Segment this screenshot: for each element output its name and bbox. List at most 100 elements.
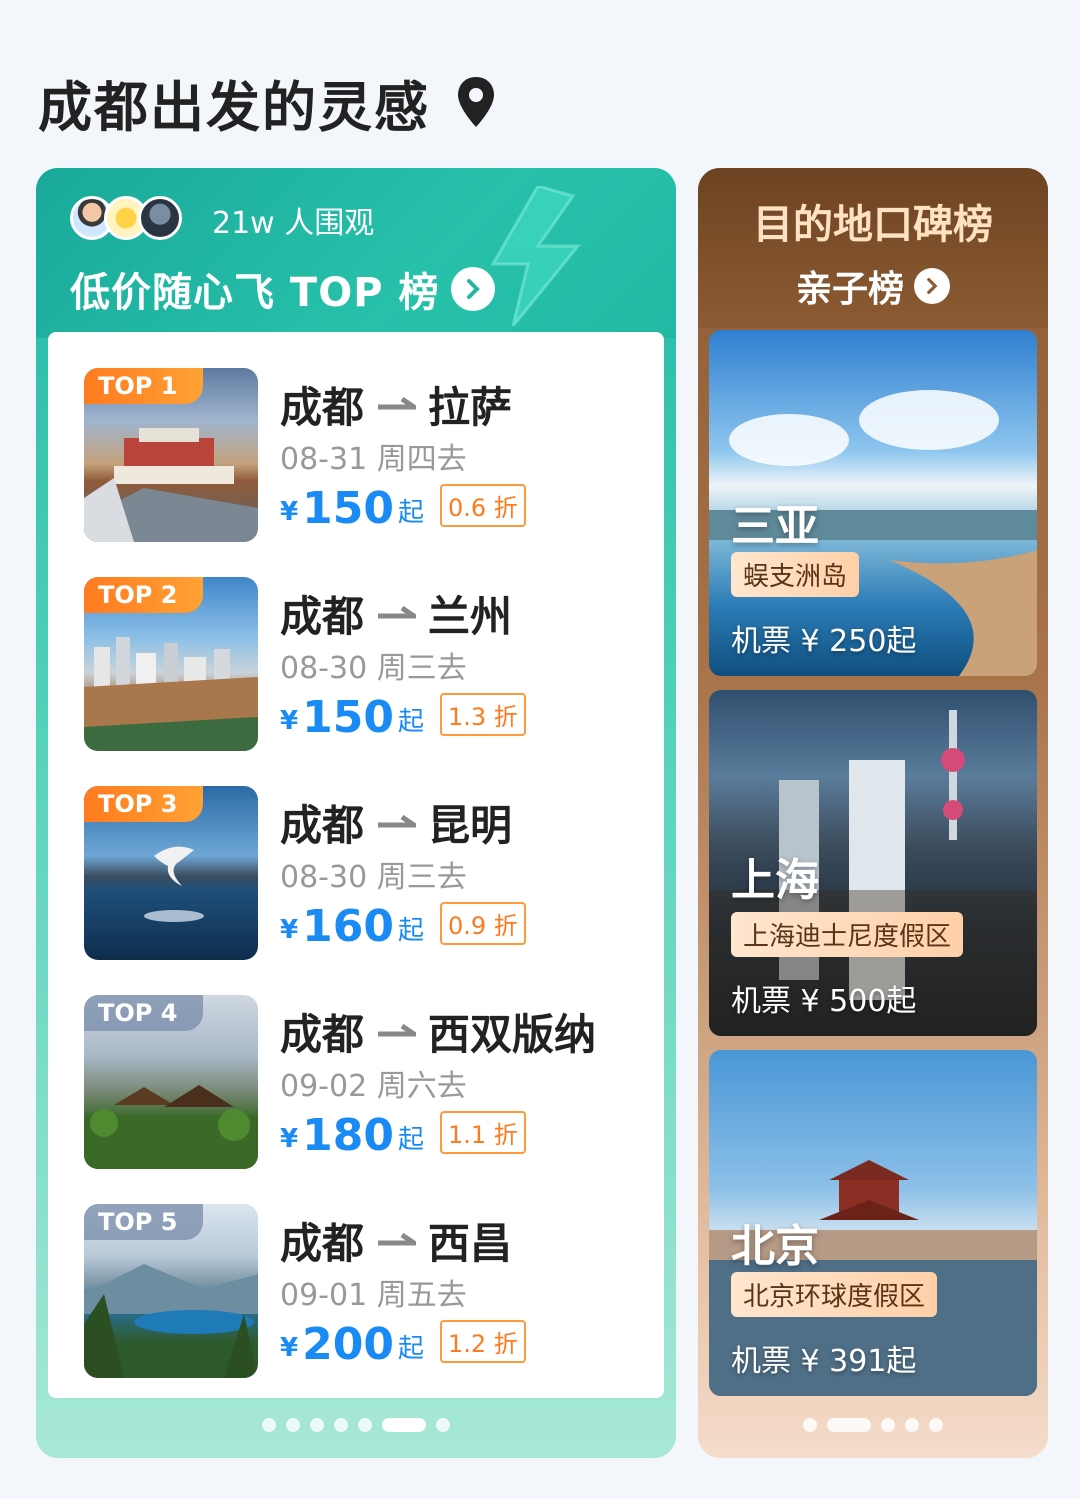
price-value: 150 (302, 483, 394, 534)
price-suffix: 起 (397, 1334, 424, 1364)
route-item[interactable]: TOP 5 成都 西昌 09-01 周五去 ¥ 200 起 1.2 折 (84, 1204, 644, 1378)
destination-price: 机票 ¥ 500起 (731, 984, 917, 1019)
destination-card[interactable]: 上海 上海迪士尼度假区 机票 ¥ 500起 (709, 690, 1037, 1036)
right-card-subtitle: 亲子榜 (795, 269, 904, 310)
route-name: 成都 拉萨 (280, 374, 512, 435)
price-currency: ¥ (280, 1333, 299, 1363)
chevron-right-icon[interactable] (451, 267, 496, 311)
avatar (138, 196, 182, 240)
route-item[interactable]: TOP 4 成都 西双版纳 09-02 周六去 ¥ 180 起 1.1 折 (84, 995, 644, 1169)
destination-rank-card[interactable]: 目的地口碑榜 亲子榜 三亚 蜈支洲岛 机票 ¥ 250起 上海 上海迪士尼度假区… (698, 168, 1048, 1458)
route-to: 西双版纳 (428, 1010, 597, 1059)
rank-badge: TOP 4 (84, 995, 204, 1031)
right-card-subtitle-link[interactable]: 亲子榜 (698, 260, 1048, 312)
carousel-indicator[interactable] (36, 1418, 676, 1432)
chevron-right-icon[interactable] (914, 268, 950, 304)
price-currency: ¥ (280, 1124, 299, 1154)
price-suffix: 起 (397, 916, 424, 946)
route-thumbnail: TOP 3 (84, 786, 258, 960)
destination-card[interactable]: 北京 北京环球度假区 机票 ¥ 391起 (709, 1050, 1037, 1396)
viewer-avatars (70, 196, 182, 240)
carousel-indicator[interactable] (698, 1418, 1048, 1432)
left-card-title: 低价随心飞 TOP 榜 (70, 270, 440, 316)
carousel-dot-active[interactable] (382, 1418, 426, 1432)
route-list: TOP 1 成都 拉萨 08-31 周四去 ¥ 150 起 0.6 折 TOP … (48, 332, 664, 1398)
arrow-right-icon (378, 814, 417, 827)
carousel-dot[interactable] (929, 1418, 943, 1432)
destination-price: 机票 ¥ 250起 (731, 624, 917, 659)
route-to: 西昌 (428, 1219, 513, 1268)
carousel-dot[interactable] (905, 1418, 919, 1432)
left-card-title-link[interactable]: 低价随心飞 TOP 榜 (70, 260, 496, 318)
price-value: 160 (302, 901, 394, 952)
price-currency: ¥ (280, 497, 299, 527)
carousel-dot-active[interactable] (827, 1418, 871, 1432)
price-currency: ¥ (280, 706, 299, 736)
price-value: 150 (302, 692, 394, 743)
route-from: 成都 (280, 1219, 365, 1268)
route-from: 成都 (280, 383, 365, 432)
price-value: 200 (302, 1319, 394, 1370)
destination-price: 机票 ¥ 391起 (731, 1344, 917, 1379)
price-row: ¥ 150 起 1.3 折 (280, 693, 526, 742)
route-item[interactable]: TOP 1 成都 拉萨 08-31 周四去 ¥ 150 起 0.6 折 (84, 368, 644, 542)
left-card-header: 21w 人围观 低价随心飞 TOP 榜 (36, 168, 676, 338)
carousel-dot[interactable] (803, 1418, 817, 1432)
discount-badge: 1.3 折 (439, 693, 526, 736)
page-title: 成都出发的灵感 (38, 75, 430, 139)
carousel-dot[interactable] (334, 1418, 348, 1432)
carousel-dot[interactable] (436, 1418, 450, 1432)
destination-tag: 北京环球度假区 (731, 1272, 938, 1317)
price-value: 180 (302, 1110, 394, 1161)
price-row: ¥ 180 起 1.1 折 (280, 1111, 526, 1160)
price-row: ¥ 150 起 0.6 折 (280, 484, 526, 533)
discount-badge: 1.2 折 (439, 1320, 526, 1363)
carousel-dot[interactable] (881, 1418, 895, 1432)
right-card-title: 目的地口碑榜 (753, 202, 993, 248)
carousel-dot[interactable] (310, 1418, 324, 1432)
right-card-header: 目的地口碑榜 亲子榜 (698, 168, 1048, 328)
destination-city: 上海 (731, 855, 819, 906)
route-name: 成都 兰州 (280, 583, 512, 644)
discount-badge: 1.1 折 (439, 1111, 526, 1154)
watch-count: 21w 人围观 (212, 206, 375, 241)
route-date: 09-01 周五去 (280, 1278, 467, 1313)
discount-badge: 0.9 折 (439, 902, 526, 945)
route-item[interactable]: TOP 2 成都 兰州 08-30 周三去 ¥ 150 起 1.3 折 (84, 577, 644, 751)
discount-badge: 0.6 折 (439, 484, 526, 527)
route-to: 兰州 (428, 592, 513, 641)
destination-tag: 蜈支洲岛 (731, 552, 860, 597)
route-thumbnail: TOP 4 (84, 995, 258, 1169)
rank-badge: TOP 5 (84, 1204, 204, 1240)
route-thumbnail: TOP 2 (84, 577, 258, 751)
carousel-dot[interactable] (262, 1418, 276, 1432)
price-suffix: 起 (397, 498, 424, 528)
route-to: 拉萨 (428, 383, 513, 432)
price-currency: ¥ (280, 915, 299, 945)
destination-card[interactable]: 三亚 蜈支洲岛 机票 ¥ 250起 (709, 330, 1037, 676)
route-date: 08-30 周三去 (280, 860, 467, 895)
destination-city: 北京 (731, 1221, 819, 1272)
price-row: ¥ 160 起 0.9 折 (280, 902, 526, 951)
route-from: 成都 (280, 801, 365, 850)
price-suffix: 起 (397, 1125, 424, 1155)
route-from: 成都 (280, 592, 365, 641)
low-price-top-card[interactable]: 21w 人围观 低价随心飞 TOP 榜 TOP 1 成都 拉萨 08-31 周四… (36, 168, 676, 1458)
route-date: 09-02 周六去 (280, 1069, 467, 1104)
price-row: ¥ 200 起 1.2 折 (280, 1320, 526, 1369)
location-pin-icon[interactable] (456, 75, 496, 129)
arrow-right-icon (378, 1023, 417, 1036)
route-name: 成都 西昌 (280, 1210, 512, 1271)
carousel-dot[interactable] (358, 1418, 372, 1432)
route-name: 成都 西双版纳 (280, 1001, 596, 1062)
route-date: 08-30 周三去 (280, 651, 467, 686)
route-date: 08-31 周四去 (280, 442, 467, 477)
arrow-right-icon (378, 1232, 417, 1245)
rank-badge: TOP 1 (84, 368, 204, 404)
route-to: 昆明 (428, 801, 513, 850)
price-suffix: 起 (397, 707, 424, 737)
route-item[interactable]: TOP 3 成都 昆明 08-30 周三去 ¥ 160 起 0.9 折 (84, 786, 644, 960)
header: 成都出发的灵感 (38, 62, 496, 142)
carousel-dot[interactable] (286, 1418, 300, 1432)
rank-badge: TOP 2 (84, 577, 204, 613)
